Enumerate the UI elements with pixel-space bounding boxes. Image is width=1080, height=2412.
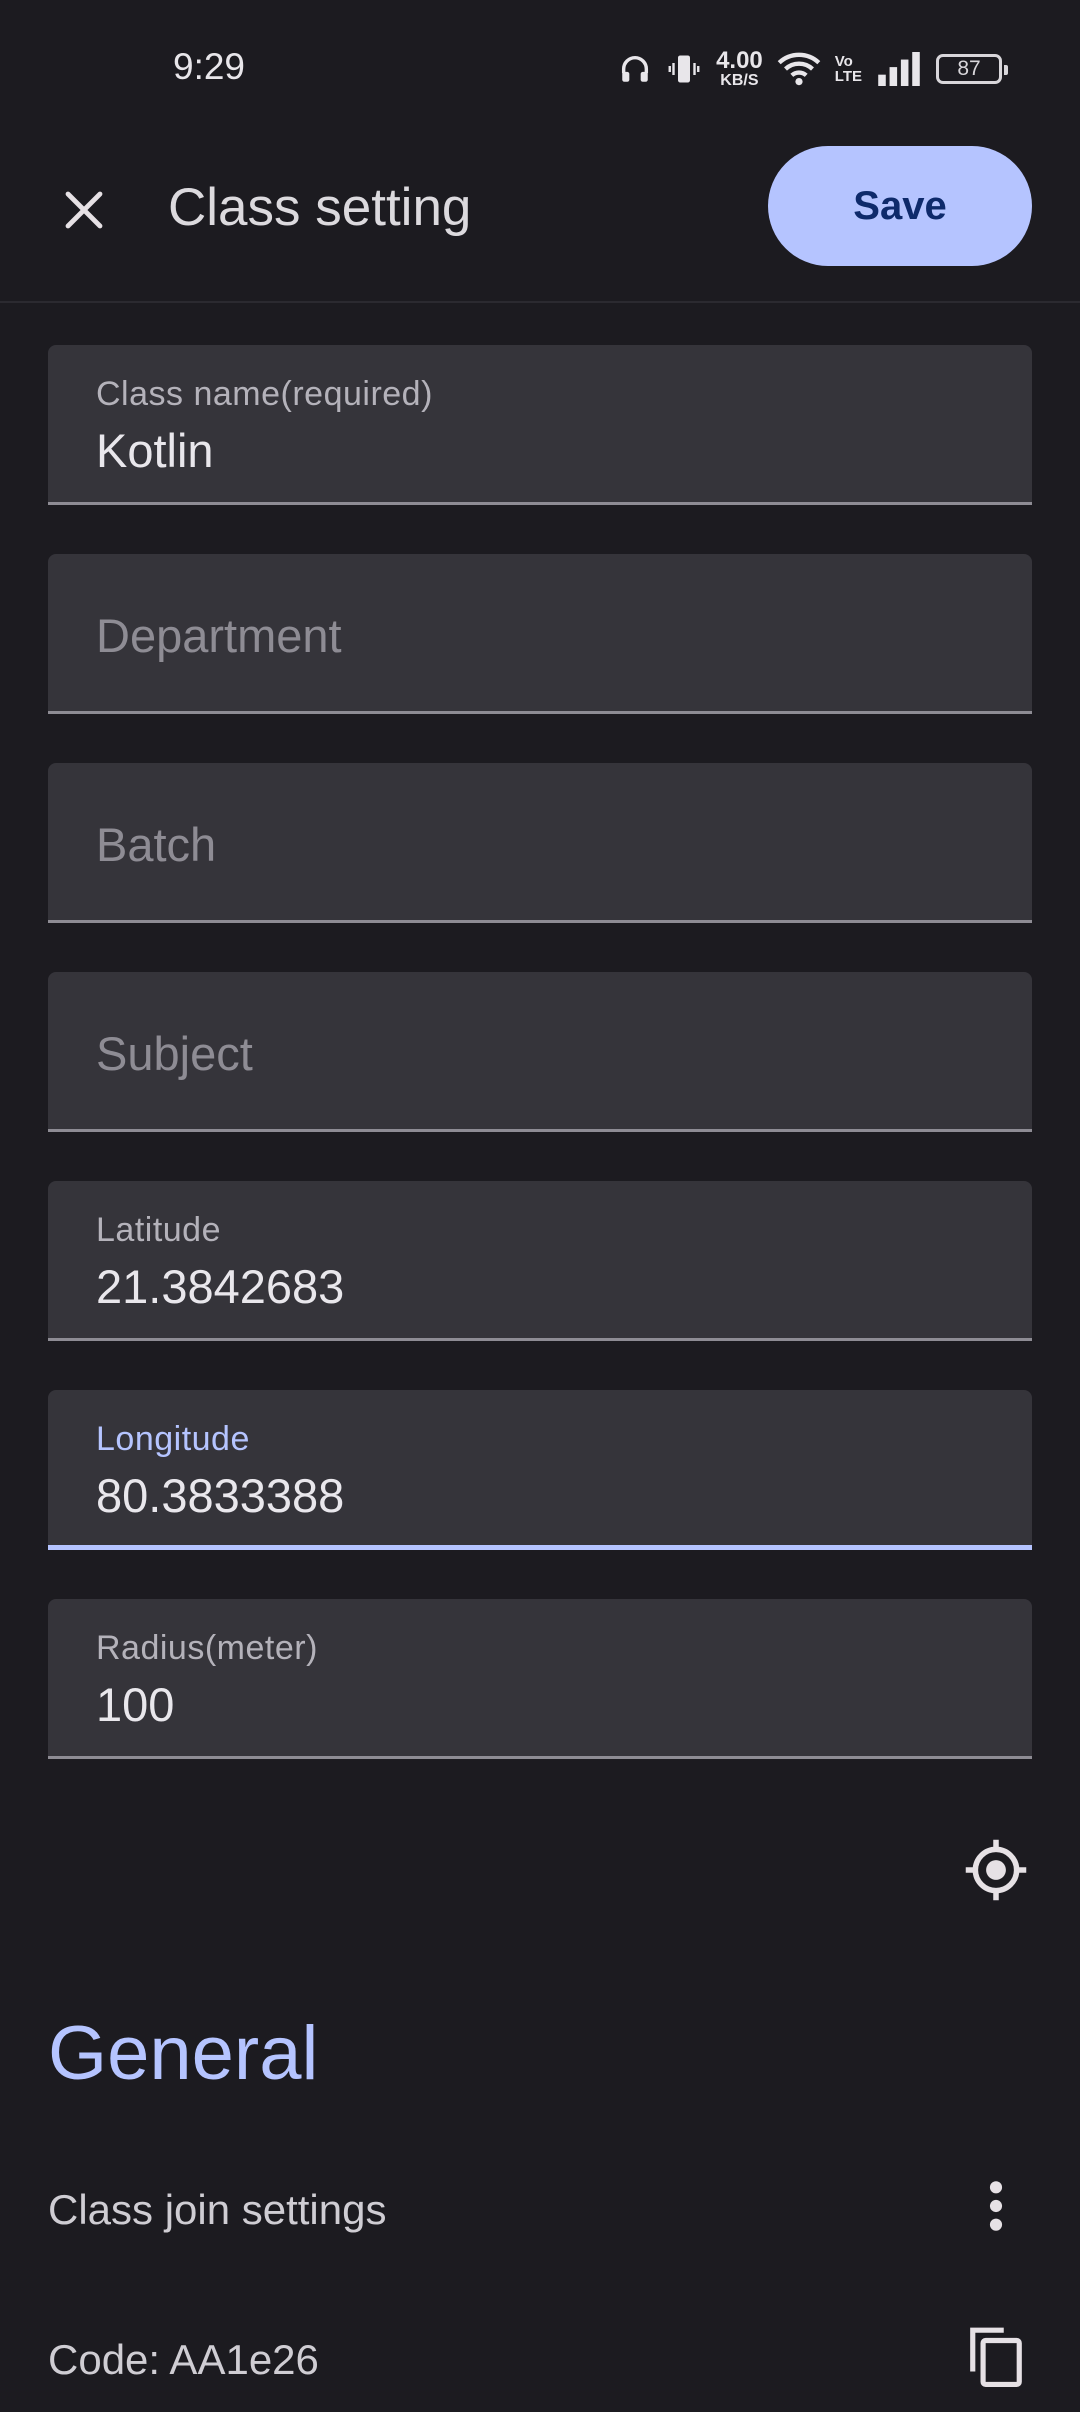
class-code-row[interactable]: Code: AA1e26 (0, 2298, 1080, 2412)
more-options-button[interactable] (960, 2170, 1032, 2242)
latitude-value: 21.3842683 (96, 1260, 345, 1313)
copy-code-button[interactable] (960, 2320, 1032, 2392)
top-app-bar: Class setting Save (0, 130, 1080, 303)
volte-bottom: LTE (834, 68, 862, 85)
close-button[interactable] (48, 174, 120, 246)
volte-top: Vo (834, 53, 853, 70)
wifi-icon (777, 51, 821, 87)
network-speed-value: 4.00 (716, 47, 763, 74)
department-placeholder: Department (96, 609, 342, 662)
department-field[interactable]: Department (48, 554, 1032, 714)
volte-indicator: Vo LTE (835, 54, 862, 84)
class-join-settings-row[interactable]: Class join settings (0, 2148, 1080, 2268)
vibrate-icon (666, 51, 702, 87)
subject-placeholder: Subject (96, 1027, 253, 1080)
latitude-field[interactable]: Latitude 21.3842683 (48, 1181, 1032, 1341)
status-icons: 4.00 KB/S Vo LTE 87 (618, 48, 1008, 90)
radius-label: Radius(meter) (96, 1629, 318, 1667)
save-button[interactable]: Save (768, 146, 1032, 266)
copy-icon (970, 2327, 1022, 2387)
my-location-button[interactable] (960, 1834, 1032, 1906)
batch-field[interactable]: Batch (48, 763, 1032, 923)
network-speed: 4.00 KB/S (716, 49, 763, 89)
longitude-field[interactable]: Longitude 80.3833388 (48, 1390, 1032, 1550)
status-bar: 9:29 4.00 KB/S Vo LTE 87 (0, 0, 1080, 130)
latitude-label: Latitude (96, 1211, 221, 1249)
class-setting-screen: 9:29 4.00 KB/S Vo LTE 87 Class setting S… (0, 0, 1080, 2412)
longitude-label: Longitude (96, 1420, 250, 1458)
class-name-label: Class name(required) (96, 375, 433, 413)
headphones-icon (618, 52, 652, 86)
class-name-value: Kotlin (96, 424, 214, 477)
batch-placeholder: Batch (96, 818, 217, 871)
more-vert-icon (989, 2181, 1003, 2231)
class-name-field[interactable]: Class name(required) Kotlin (48, 345, 1032, 505)
status-time: 9:29 (173, 46, 246, 87)
class-join-settings-label: Class join settings (48, 2186, 387, 2233)
radius-field[interactable]: Radius(meter) 100 (48, 1599, 1032, 1759)
subject-field[interactable]: Subject (48, 972, 1032, 1132)
class-code-label: Code: AA1e26 (48, 2336, 319, 2383)
battery-indicator: 87 (936, 54, 1008, 84)
network-speed-unit: KB/S (720, 72, 759, 89)
longitude-value: 80.3833388 (96, 1469, 345, 1522)
close-icon (65, 191, 103, 229)
general-section-title: General (48, 2011, 319, 2096)
my-location-icon (965, 1839, 1027, 1901)
page-title: Class setting (168, 178, 472, 237)
signal-icon (876, 52, 922, 86)
radius-value: 100 (96, 1678, 175, 1731)
